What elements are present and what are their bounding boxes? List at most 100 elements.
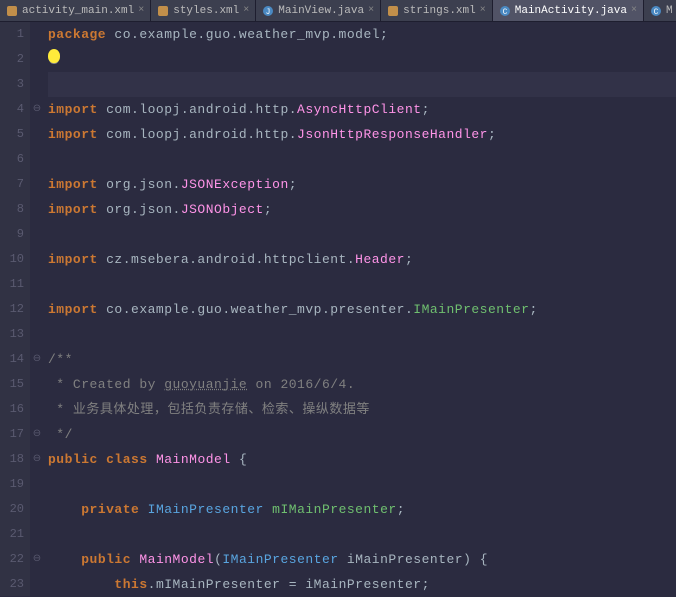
tab-label: MainView.java <box>278 5 364 17</box>
file-icon: C <box>499 5 511 17</box>
fold-marker <box>30 522 44 547</box>
tab-label: strings.xml <box>403 5 476 17</box>
code-line: package co.example.guo.weather_mvp.model… <box>48 22 676 47</box>
fold-column: ⊖⊖⊖⊖⊖ <box>30 22 44 596</box>
fold-marker[interactable]: ⊖ <box>30 422 44 447</box>
fold-marker[interactable]: ⊖ <box>30 547 44 572</box>
tab-label: M <box>666 5 673 17</box>
tab-label: activity_main.xml <box>22 5 134 17</box>
tab-label: MainActivity.java <box>515 5 627 17</box>
code-line: import co.example.guo.weather_mvp.presen… <box>48 297 676 322</box>
line-number: 19 <box>0 472 24 497</box>
fold-marker <box>30 172 44 197</box>
fold-marker <box>30 47 44 72</box>
code-line: * 业务具体处理，包括负责存储、检索、操纵数据等 <box>48 397 676 422</box>
code-line: private IMainPresenter mIMainPresenter; <box>48 497 676 522</box>
code-line: import org.json.JSONObject; <box>48 197 676 222</box>
tab-m[interactable]: CM× <box>644 0 676 21</box>
line-number: 18 <box>0 447 24 472</box>
code-line <box>48 522 676 547</box>
line-number: 11 <box>0 272 24 297</box>
line-number: 17 <box>0 422 24 447</box>
fold-marker <box>30 397 44 422</box>
fold-marker <box>30 297 44 322</box>
close-icon[interactable]: × <box>631 5 637 16</box>
fold-marker[interactable]: ⊖ <box>30 97 44 122</box>
code-line: public MainModel(IMainPresenter iMainPre… <box>48 547 676 572</box>
fold-marker <box>30 22 44 47</box>
line-number-gutter: 1234567891011121314151617181920212223 <box>0 22 30 596</box>
file-icon: J <box>262 5 274 17</box>
line-number: 8 <box>0 197 24 222</box>
code-content[interactable]: package co.example.guo.weather_mvp.model… <box>44 22 676 596</box>
code-line <box>48 472 676 497</box>
tab-label: styles.xml <box>173 5 239 17</box>
line-number: 5 <box>0 122 24 147</box>
line-number: 2 <box>0 47 24 72</box>
line-number: 22 <box>0 547 24 572</box>
close-icon[interactable]: × <box>368 5 374 16</box>
line-number: 9 <box>0 222 24 247</box>
fold-marker <box>30 147 44 172</box>
line-number: 12 <box>0 297 24 322</box>
fold-marker[interactable]: ⊖ <box>30 447 44 472</box>
file-icon <box>6 5 18 17</box>
code-line: import com.loopj.android.http.AsyncHttpC… <box>48 97 676 122</box>
close-icon[interactable]: × <box>480 5 486 16</box>
fold-marker <box>30 497 44 522</box>
code-line <box>48 47 676 72</box>
code-line: import org.json.JSONException; <box>48 172 676 197</box>
editor-area: 1234567891011121314151617181920212223 ⊖⊖… <box>0 22 676 596</box>
editor-tabs: activity_main.xml × styles.xml × J MainView.j… <box>0 0 676 22</box>
line-number: 15 <box>0 372 24 397</box>
code-line-active <box>48 72 676 97</box>
code-line: * Created by guoyuanjie on 2016/6/4. <box>48 372 676 397</box>
code-line: */ <box>48 422 676 447</box>
line-number: 14 <box>0 347 24 372</box>
svg-text:J: J <box>266 8 271 17</box>
fold-marker <box>30 322 44 347</box>
fold-marker <box>30 222 44 247</box>
svg-text:C: C <box>654 8 659 17</box>
lightbulb-icon[interactable] <box>48 49 60 63</box>
code-line: public class MainModel { <box>48 447 676 472</box>
code-line: import com.loopj.android.http.JsonHttpRe… <box>48 122 676 147</box>
line-number: 23 <box>0 572 24 597</box>
line-number: 7 <box>0 172 24 197</box>
fold-marker[interactable]: ⊖ <box>30 347 44 372</box>
tab-mainactivity-java[interactable]: C MainActivity.java × <box>493 0 644 21</box>
line-number: 3 <box>0 72 24 97</box>
close-icon[interactable]: × <box>243 5 249 16</box>
fold-marker <box>30 272 44 297</box>
code-line <box>48 272 676 297</box>
file-icon <box>387 5 399 17</box>
line-number: 20 <box>0 497 24 522</box>
code-line: this.mIMainPresenter = iMainPresenter; <box>48 572 676 596</box>
line-number: 10 <box>0 247 24 272</box>
line-number: 16 <box>0 397 24 422</box>
line-number: 13 <box>0 322 24 347</box>
code-line: /** <box>48 347 676 372</box>
line-number: 21 <box>0 522 24 547</box>
fold-marker <box>30 472 44 497</box>
code-line <box>48 322 676 347</box>
fold-marker <box>30 197 44 222</box>
line-number: 1 <box>0 22 24 47</box>
tab-mainview-java[interactable]: J MainView.java × <box>256 0 381 21</box>
code-line <box>48 222 676 247</box>
tab-activity_main-xml[interactable]: activity_main.xml × <box>0 0 151 21</box>
file-icon <box>157 5 169 17</box>
tab-strings-xml[interactable]: strings.xml × <box>381 0 493 21</box>
code-line <box>48 147 676 172</box>
fold-marker <box>30 122 44 147</box>
file-icon: C <box>650 5 662 17</box>
line-number: 4 <box>0 97 24 122</box>
svg-text:C: C <box>502 8 507 17</box>
line-number: 6 <box>0 147 24 172</box>
close-icon[interactable]: × <box>138 5 144 16</box>
code-line: import cz.msebera.android.httpclient.Hea… <box>48 247 676 272</box>
fold-marker <box>30 372 44 397</box>
tab-styles-xml[interactable]: styles.xml × <box>151 0 256 21</box>
fold-marker <box>30 572 44 597</box>
fold-marker <box>30 72 44 97</box>
